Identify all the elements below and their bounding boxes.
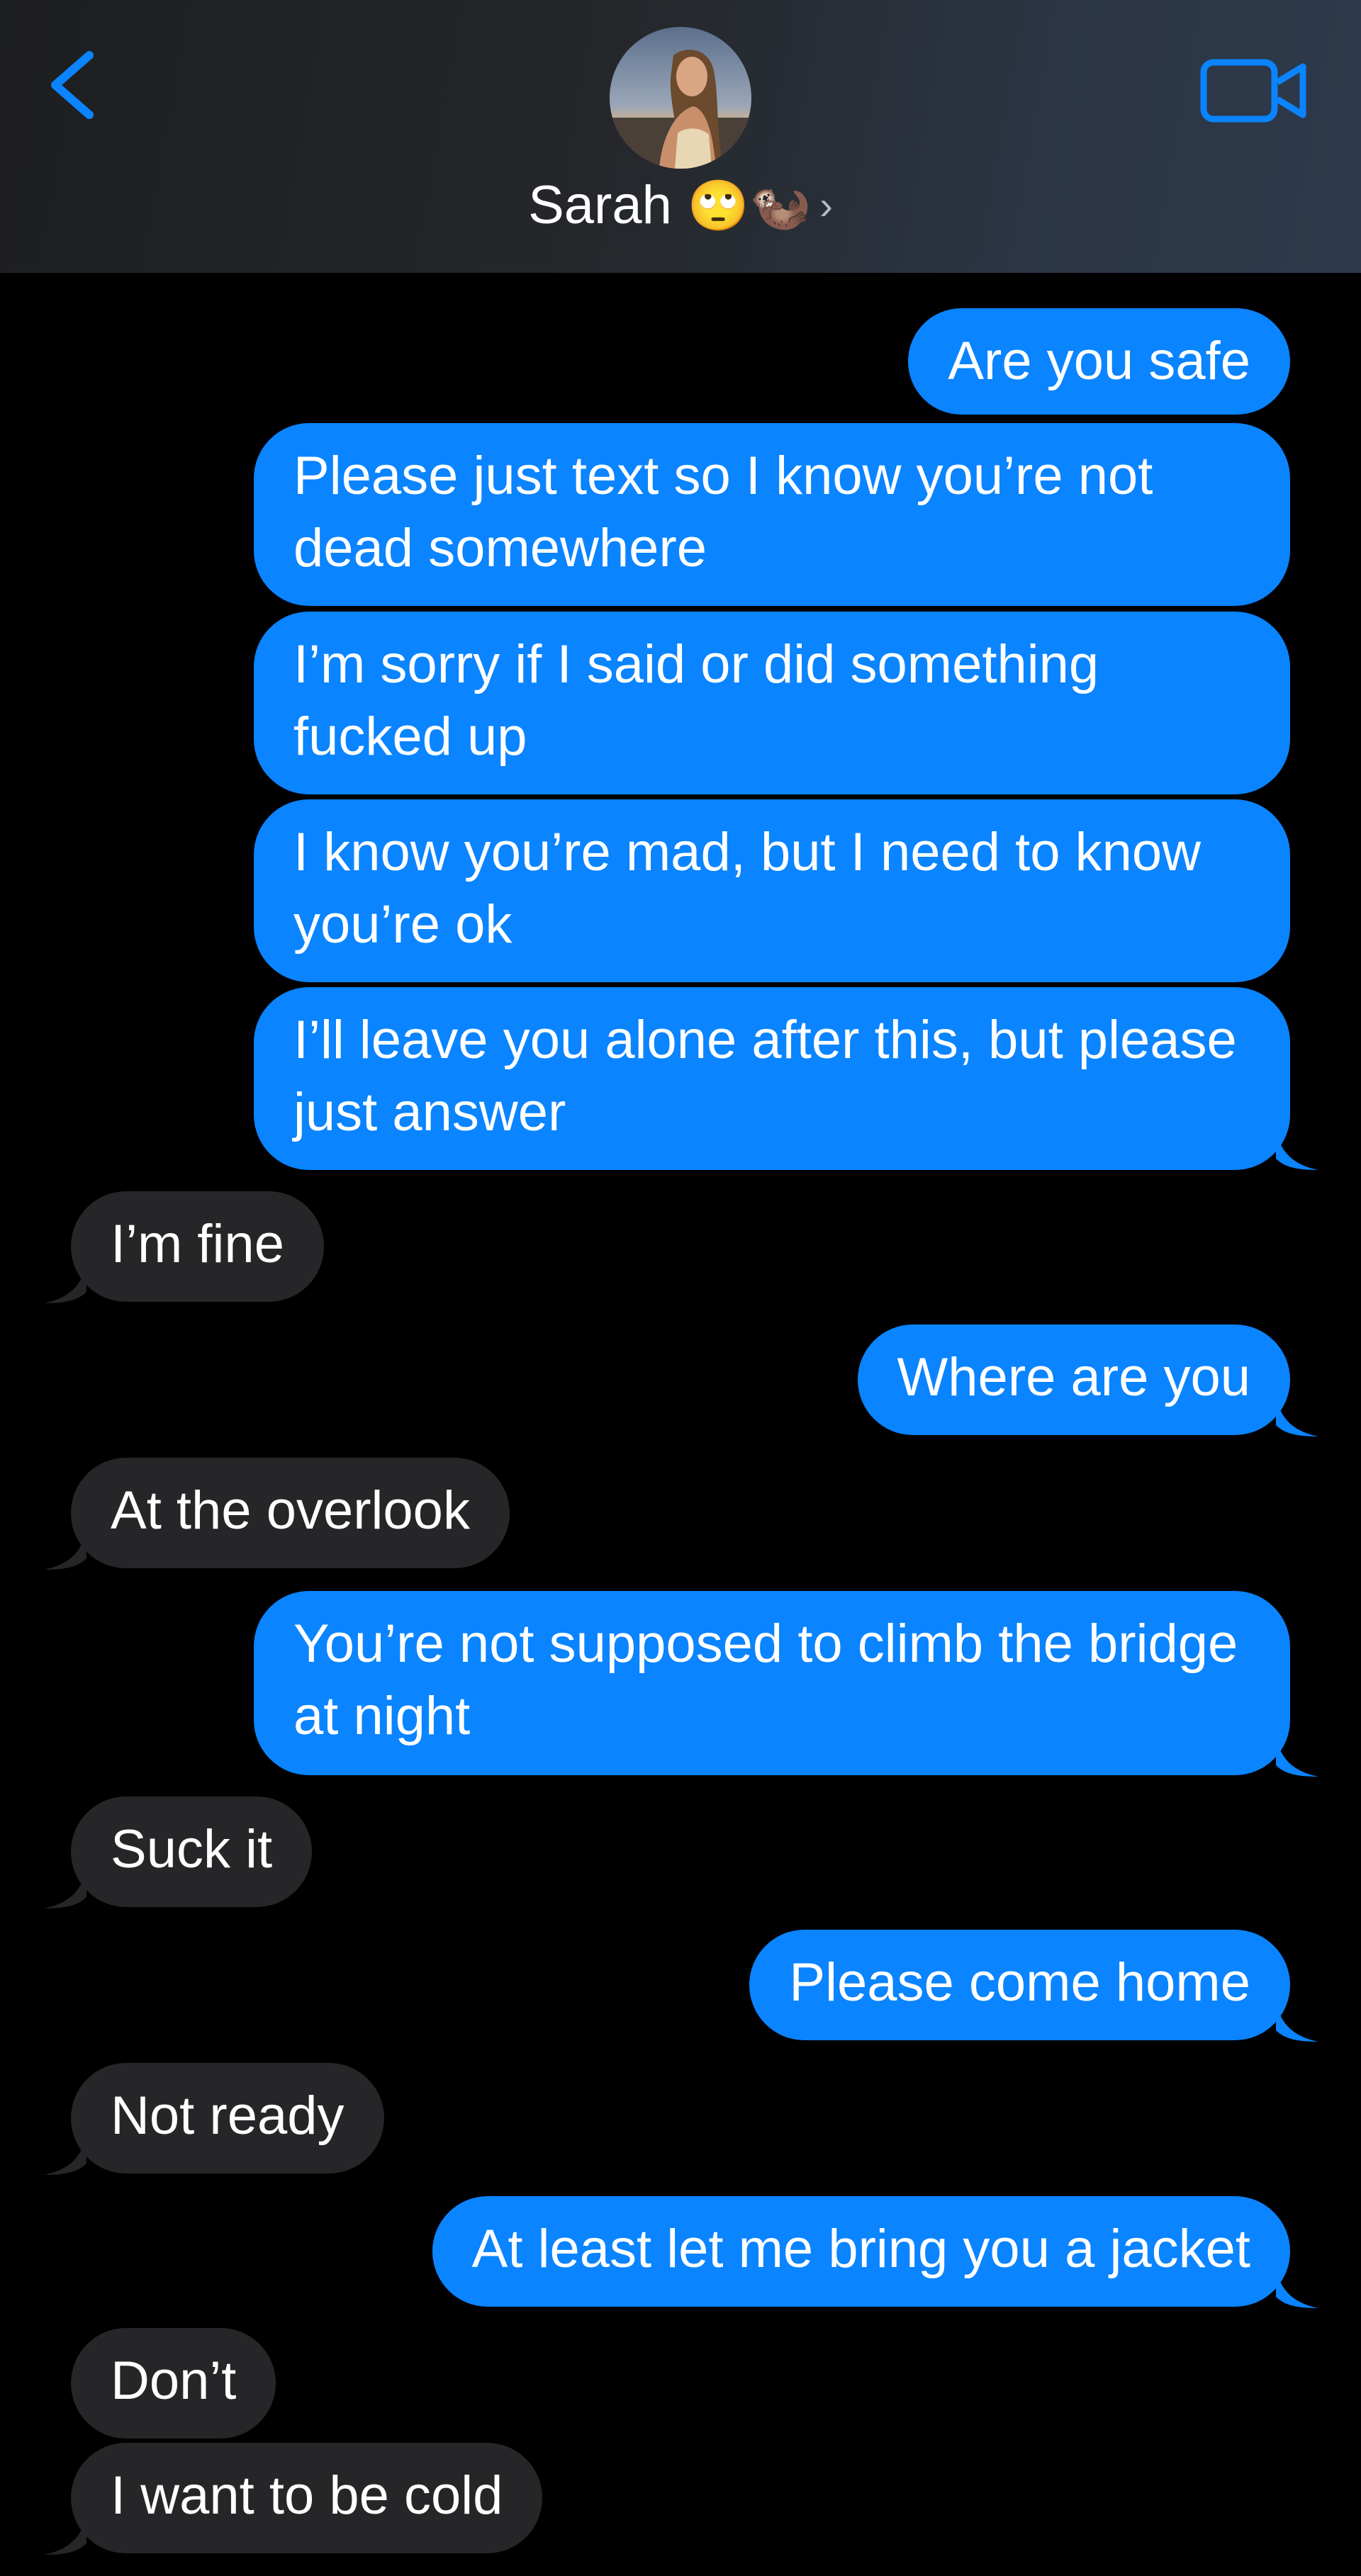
received-message-bubble[interactable]: I want to be cold: [71, 2443, 543, 2553]
message-text: Suck it: [111, 1819, 273, 1879]
message-text: You’re not supposed to climb the bridge …: [293, 1614, 1238, 1746]
received-message-bubble[interactable]: At the overlook: [71, 1458, 510, 1568]
contact-name: Sarah: [528, 175, 672, 235]
facetime-video-button[interactable]: [1198, 55, 1311, 126]
sent-bubble-tail: [1276, 2266, 1318, 2308]
received-bubble-tail: [44, 2132, 86, 2175]
message-text: I’ll leave you alone after this, but ple…: [293, 1010, 1237, 1142]
received-message-bubble[interactable]: Suck it: [71, 1796, 313, 1907]
sent-message-bubble[interactable]: Please come home: [749, 1930, 1290, 2040]
received-bubble-tail: [44, 1261, 86, 1303]
sent-message-bubble[interactable]: Please just text so I know you’re not de…: [254, 423, 1290, 606]
sent-message-bubble[interactable]: At least let me bring you a jacket: [432, 2196, 1290, 2307]
message-text: Please come home: [789, 1952, 1250, 2013]
chevron-right-icon: ›: [819, 183, 833, 227]
received-bubble-tail: [44, 2512, 86, 2555]
back-button[interactable]: [43, 43, 106, 128]
message-text: I know you’re mad, but I need to know yo…: [293, 822, 1202, 955]
message-text: At the overlook: [111, 1480, 470, 1541]
message-text: Are you safe: [948, 331, 1250, 391]
sent-message-bubble[interactable]: I’ll leave you alone after this, but ple…: [254, 987, 1290, 1170]
conversation-header: Sarah 🙄🦦 ›: [0, 0, 1361, 273]
contact-avatar[interactable]: [610, 27, 751, 169]
received-message-bubble[interactable]: Don’t: [71, 2328, 276, 2439]
message-text: I want to be cold: [111, 2465, 503, 2526]
sent-bubble-tail: [1276, 1394, 1318, 1436]
sent-message-bubble[interactable]: Are you safe: [908, 308, 1290, 415]
sent-bubble-tail: [1276, 1127, 1318, 1170]
sent-message-bubble[interactable]: You’re not supposed to climb the bridge …: [254, 1591, 1290, 1775]
sent-bubble-tail: [1276, 1999, 1318, 2042]
received-bubble-tail: [44, 1527, 86, 1570]
message-text: Not ready: [111, 2086, 345, 2146]
received-bubble-tail: [44, 1866, 86, 1908]
avatar-photo: [610, 27, 751, 169]
sent-bubble-tail: [1276, 1734, 1318, 1777]
received-message-bubble[interactable]: I’m fine: [71, 1191, 324, 1302]
contact-name-row[interactable]: Sarah 🙄🦦 ›: [0, 174, 1361, 237]
sent-message-bubble[interactable]: Where are you: [857, 1324, 1290, 1435]
sent-message-bubble[interactable]: I know you’re mad, but I need to know yo…: [254, 799, 1290, 982]
received-message-bubble[interactable]: Not ready: [71, 2063, 384, 2173]
message-text: Where are you: [897, 1347, 1250, 1407]
video-camera-icon: [1200, 59, 1306, 123]
message-text: At least let me bring you a jacket: [471, 2219, 1250, 2279]
contact-emoji: 🙄🦦: [687, 176, 812, 235]
sent-message-bubble[interactable]: I’m sorry if I said or did something fuc…: [254, 612, 1290, 794]
chevron-left-icon: [51, 51, 94, 119]
message-text: Please just text so I know you’re not de…: [293, 446, 1153, 578]
message-text: I’m fine: [111, 1214, 284, 1274]
message-text: I’m sorry if I said or did something fuc…: [293, 634, 1099, 767]
message-text: Don’t: [111, 2351, 237, 2411]
